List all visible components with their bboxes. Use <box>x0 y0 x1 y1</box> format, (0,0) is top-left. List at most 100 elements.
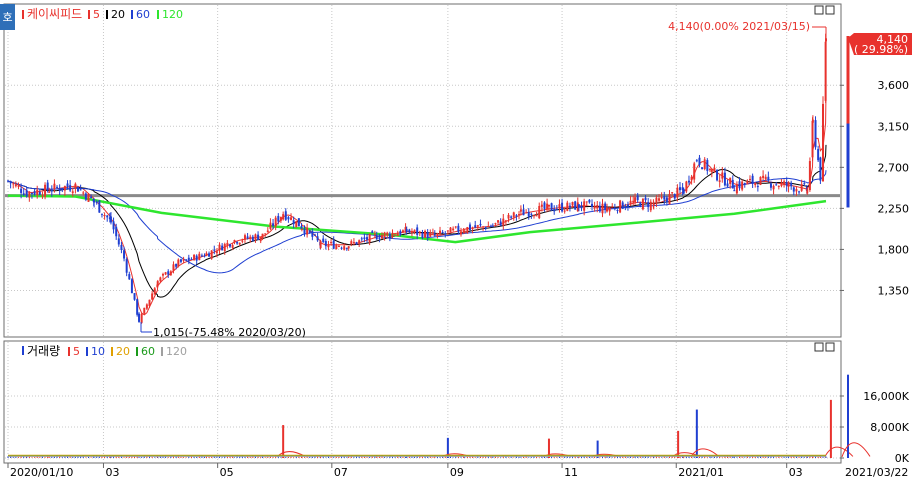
volume-bar <box>736 457 738 458</box>
candle-body <box>182 258 185 261</box>
volume-bar <box>12 457 14 458</box>
volume-bar <box>267 456 269 458</box>
maximize-icon[interactable] <box>814 5 824 15</box>
candle-body <box>332 240 335 249</box>
volume-bar <box>338 456 340 458</box>
candle-body <box>143 307 146 314</box>
candle-body <box>210 250 213 259</box>
volume-bar <box>713 456 715 458</box>
volume-bar <box>325 457 327 458</box>
candle-body <box>138 313 141 322</box>
date-tick-label: 2021/01 <box>678 466 724 479</box>
candle-body <box>300 225 303 229</box>
volume-title-marker <box>22 346 24 355</box>
candle-body <box>806 189 809 194</box>
candle-body <box>241 240 244 242</box>
candle-body <box>161 274 164 276</box>
candle-body <box>313 234 316 236</box>
stock-name: 케이씨피드 <box>27 7 82 21</box>
candle-body <box>682 189 685 194</box>
candle-body <box>366 237 369 240</box>
volume-bar <box>405 457 407 458</box>
candle-body <box>808 161 811 191</box>
candle-body <box>803 183 806 185</box>
candle-body <box>368 233 371 243</box>
candle-body <box>279 216 282 221</box>
vol-ma10-legend: 10 <box>91 345 105 358</box>
candle-body <box>624 206 627 208</box>
candle-body <box>574 201 577 210</box>
candle-body <box>660 197 663 199</box>
candle-body <box>246 236 249 239</box>
candle-body <box>316 236 319 241</box>
price-axis-ticks: 1,350 1,800 2,250 2,700 3,150 3,600 <box>840 79 909 297</box>
candle-body <box>566 202 569 211</box>
candle-body <box>319 241 322 248</box>
candle-body <box>527 212 530 217</box>
date-tick-label: 03 <box>105 466 119 479</box>
candle-body <box>7 180 9 182</box>
candle-body <box>421 232 424 238</box>
candle-body <box>53 183 56 189</box>
volume-maximize-icon[interactable] <box>814 342 824 352</box>
high-annotation: 4,140(0.00% 2021/03/15) <box>668 20 810 33</box>
low-annotation: 1,015(-75.48% 2020/03/20) <box>153 326 306 339</box>
candle-body <box>66 183 69 188</box>
candle-body <box>290 217 293 220</box>
candle-body <box>179 259 182 262</box>
candle-body <box>673 194 676 199</box>
candle-body <box>547 204 550 207</box>
candle-body <box>200 255 203 257</box>
volume-bar <box>666 457 668 458</box>
candle-body <box>130 279 133 294</box>
candle-body <box>543 202 546 209</box>
candle-body <box>530 213 533 215</box>
candle-body <box>337 246 340 248</box>
volume-bar <box>754 456 756 458</box>
volume-tick-label: 0K <box>895 452 910 465</box>
candle-body <box>463 230 466 233</box>
candle-body <box>515 215 518 217</box>
volume-bar <box>90 457 92 458</box>
candle-body <box>112 221 115 230</box>
candle-body <box>459 231 462 235</box>
volume-bar <box>154 457 156 458</box>
candle-body <box>98 200 101 213</box>
candle-body <box>510 216 513 218</box>
candle-body <box>687 180 690 183</box>
candle-body <box>814 120 817 148</box>
stock-chart: 1,350 1,800 2,250 2,700 3,150 3,600 0K 8,000K 1… <box>0 3 912 479</box>
ma120-legend: 120 <box>162 8 183 21</box>
candle-body <box>525 212 528 214</box>
volume-close-icon[interactable] <box>825 342 835 352</box>
volume-bar <box>264 457 266 458</box>
candle-body <box>213 249 216 251</box>
volume-bar <box>558 456 560 458</box>
volume-bar <box>249 456 251 458</box>
candle-body <box>626 204 629 207</box>
volume-bar <box>530 457 532 458</box>
volume-bar <box>31 457 33 458</box>
volume-bar <box>72 456 74 458</box>
volume-bar <box>272 457 274 458</box>
candle-body <box>457 225 460 232</box>
candle-body <box>787 182 790 187</box>
volume-bar <box>749 457 751 458</box>
volume-bar <box>233 457 235 458</box>
volume-bar <box>569 456 571 458</box>
candle-body <box>410 231 413 233</box>
candle-body <box>287 217 290 220</box>
date-axis-ticks: 2020/01/10 03 05 07 09 11 2021/01 03 <box>7 463 803 479</box>
candle-body <box>636 195 639 201</box>
candle-body <box>335 245 338 250</box>
candle-body <box>571 202 574 206</box>
volume-bar <box>650 457 652 458</box>
candle-body <box>497 220 500 223</box>
ma60-marker <box>131 10 133 19</box>
candle-body <box>380 235 383 239</box>
volume-bar <box>185 457 187 458</box>
candle-body <box>846 123 850 208</box>
volume-bar <box>780 457 782 458</box>
close-icon[interactable] <box>825 5 835 15</box>
candle-body <box>535 215 538 217</box>
